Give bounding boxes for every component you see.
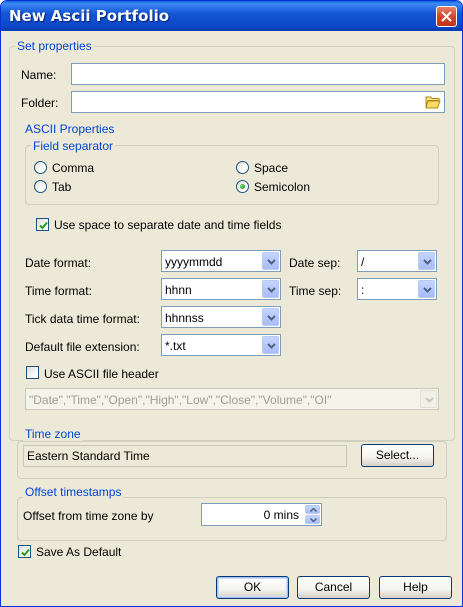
time-format-label: Time format: [25,284,92,298]
dialog-window: New Ascii Portfolio Set properties Name:… [0,0,463,607]
space-label[interactable]: Space [254,161,288,175]
chevron-down-icon [267,287,276,293]
chevron-down-icon [310,518,317,522]
checkmark-icon [21,548,30,557]
save-default-label[interactable]: Save As Default [36,545,121,559]
stepper-up-button[interactable] [305,505,320,514]
date-format-select[interactable]: yyyymmdd [161,250,281,272]
cancel-button[interactable]: Cancel [297,576,370,599]
date-sep-select[interactable]: / [357,250,437,272]
help-button[interactable]: Help [379,576,452,599]
field-separator-group [25,145,439,205]
chevron-down-icon [267,315,276,321]
dropdown-arrow-button[interactable] [262,280,279,298]
window-title: New Ascii Portfolio [9,7,170,25]
dropdown-arrow-button[interactable] [262,308,279,326]
time-sep-label: Time sep: [289,284,342,298]
semicolon-radio[interactable] [236,180,249,193]
time-zone-legend: Time zone [23,427,83,441]
date-format-label: Date format: [25,256,92,270]
tab-label[interactable]: Tab [52,180,71,194]
chevron-down-icon [267,259,276,265]
set-properties-legend: Set properties [15,39,94,53]
name-label: Name: [21,68,57,82]
semicolon-label[interactable]: Semicolon [254,180,310,194]
use-space-checkbox[interactable] [36,218,49,231]
close-button[interactable] [436,6,457,27]
dropdown-arrow-button[interactable] [418,252,435,270]
dropdown-arrow-button[interactable] [418,280,435,298]
tick-format-label: Tick data time format: [25,312,140,326]
field-separator-legend: Field separator [31,139,116,153]
checkmark-icon [39,221,48,230]
select-time-zone-button[interactable]: Select... [361,444,434,467]
folder-browse-button[interactable] [425,95,441,112]
close-icon [441,11,452,22]
comma-label[interactable]: Comma [52,161,94,175]
ascii-properties-legend: ASCII Properties [23,122,117,136]
date-sep-label: Date sep: [289,256,341,270]
offset-label: Offset from time zone by [23,509,154,523]
chevron-up-icon [310,508,317,512]
dropdown-arrow-button[interactable] [262,252,279,270]
comma-radio[interactable] [34,161,47,174]
folder-input[interactable] [71,91,445,113]
ok-button[interactable]: OK [216,576,289,599]
dropdown-arrow-button[interactable] [262,336,279,354]
time-sep-select[interactable]: : [357,278,437,300]
header-select: "Date","Time","Open","High","Low","Close… [25,388,439,410]
save-default-checkbox[interactable] [18,545,31,558]
chevron-down-icon [267,343,276,349]
offset-legend: Offset timestamps [23,485,124,499]
tab-radio[interactable] [34,180,47,193]
use-space-label[interactable]: Use space to separate date and time fiel… [54,218,281,232]
default-ext-select[interactable]: *.txt [161,334,281,356]
folder-open-icon [425,96,441,109]
offset-stepper[interactable]: 0 mins [201,503,322,526]
chevron-down-icon [423,287,432,293]
space-radio[interactable] [236,161,249,174]
default-ext-label: Default file extension: [25,340,140,354]
dialog-client: Set properties Name: Folder: ASCII Prope… [5,31,460,604]
chevron-down-icon [425,397,434,403]
title-bar[interactable]: New Ascii Portfolio [1,1,462,31]
time-format-select[interactable]: hhnn [161,278,281,300]
use-header-checkbox[interactable] [26,366,39,379]
chevron-down-icon [423,259,432,265]
folder-label: Folder: [21,96,59,110]
dropdown-arrow-button [420,390,437,408]
stepper-down-button[interactable] [305,515,320,524]
use-header-label[interactable]: Use ASCII file header [44,367,159,381]
time-zone-display: Eastern Standard Time [23,445,347,467]
tick-format-select[interactable]: hhnnss [161,306,281,328]
name-input[interactable] [71,63,445,85]
